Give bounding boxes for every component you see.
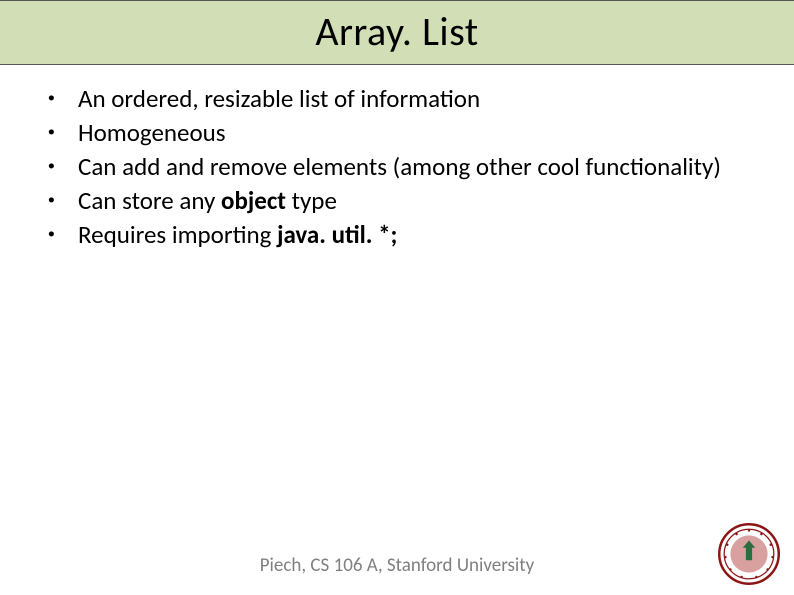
list-item: Can add and remove elements (among other… — [78, 151, 744, 183]
stanford-seal-icon — [718, 523, 780, 585]
list-item: Homogeneous — [78, 117, 744, 149]
list-item: Can store any object type — [78, 185, 744, 217]
footer-text: Piech, CS 106 A, Stanford University — [0, 554, 794, 577]
bullet-list: An ordered, resizable list of informatio… — [78, 83, 744, 251]
list-item: Requires importing java. util. *; — [78, 219, 744, 251]
slide-title: Array. List — [0, 7, 794, 56]
title-band: Array. List — [0, 0, 794, 65]
list-item: An ordered, resizable list of informatio… — [78, 83, 744, 115]
content-area: An ordered, resizable list of informatio… — [0, 65, 794, 251]
